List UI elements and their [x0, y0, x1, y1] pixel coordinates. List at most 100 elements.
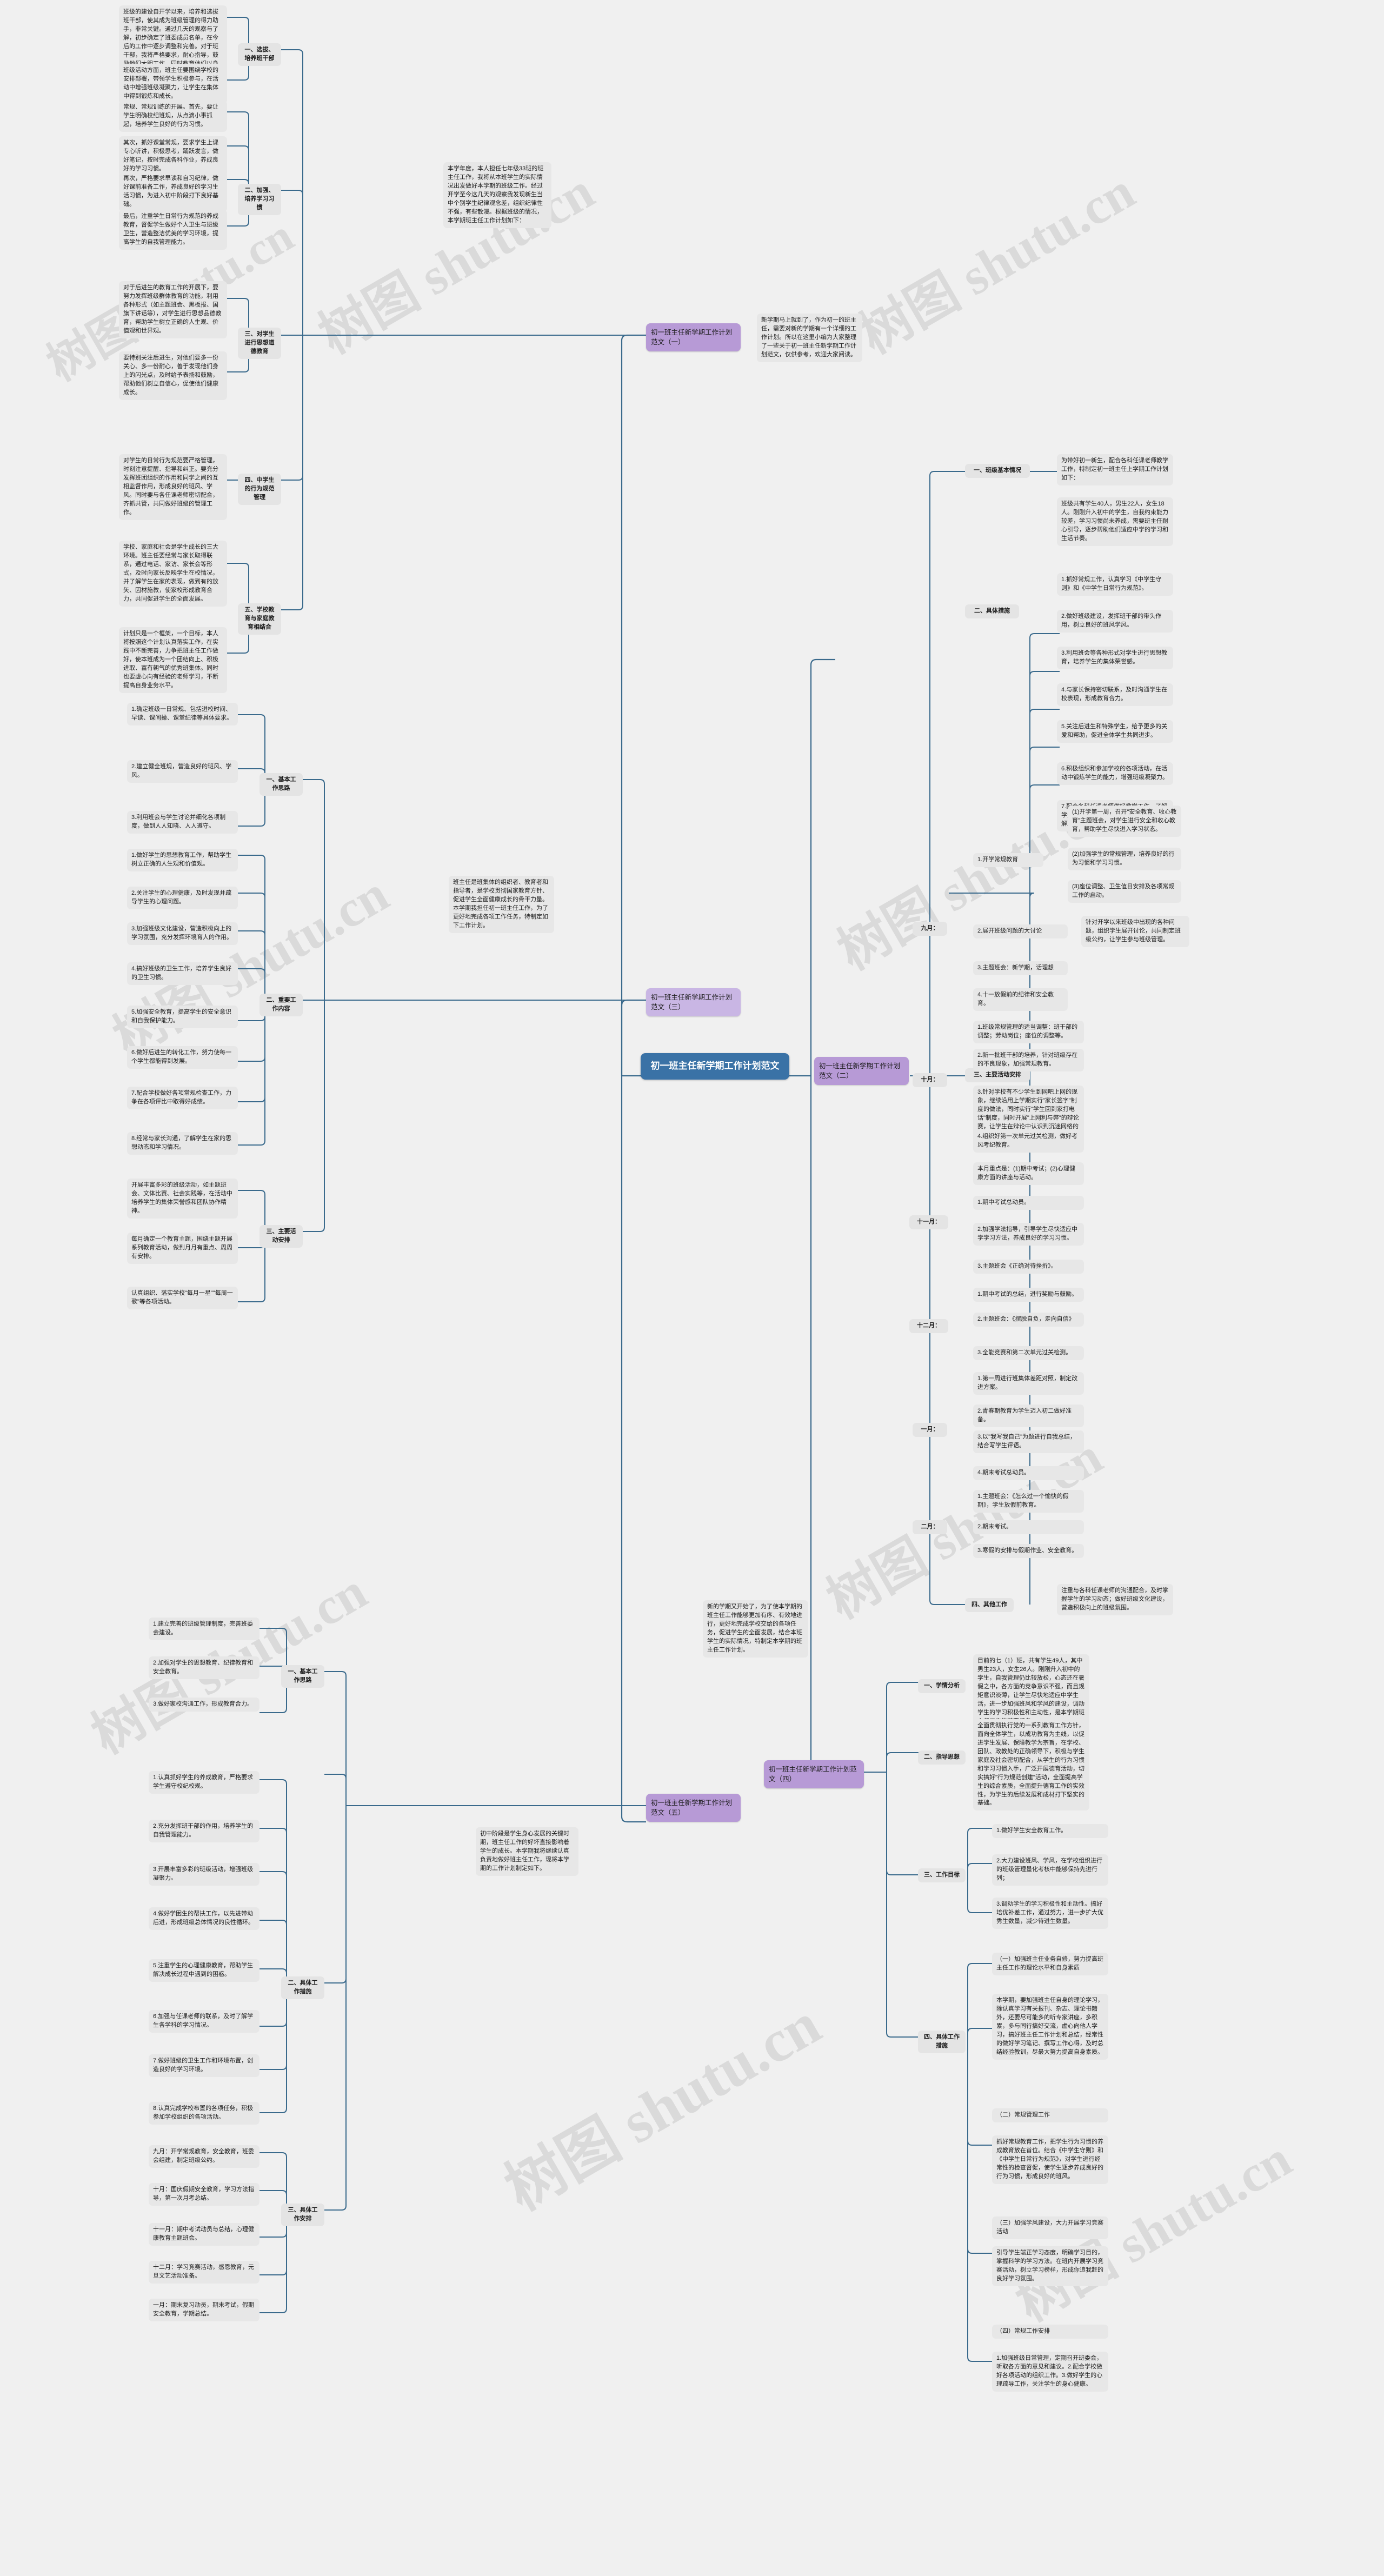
- doc4-branch-label-2[interactable]: 二、指导思想: [918, 1750, 966, 1765]
- doc4-leaf: 抓好常规教育工作，把学生行为习惯的养成教育放在首位。结合《中学生守则》和《中学生…: [992, 2135, 1108, 2184]
- doc4-subhead: （四）常规工作安排: [992, 2325, 1108, 2339]
- doc3-leaf: 认真组织、落实学校"每月一星""每周一歌"等各项活动。: [127, 1287, 238, 1309]
- doc3-branch-label-3[interactable]: 三、主要活动安排: [260, 1225, 303, 1248]
- doc2-leaf: 4.与家长保持密切联系，及时沟通学生在校表现，形成教育合力。: [1057, 683, 1173, 706]
- doc2-section-label-1[interactable]: 一、班级基本情况: [965, 464, 1030, 478]
- doc2-leaf: 为带好初一新生，配合各科任课老师教学工作，特制定初一班主任上学期工作计划如下：: [1057, 454, 1173, 485]
- doc3-leaf: 3.加强班级文化建设，营造积极向上的学习氛围，充分发挥环境育人的作用。: [127, 922, 238, 945]
- doc2-month-item: 1.主题班会：《怎么过一个愉快的假期》，学生放假前教育。: [973, 1490, 1084, 1513]
- doc2-month-item: 1.第一周进行班集体差距对照，制定改进方案。: [973, 1372, 1084, 1395]
- document-node-3[interactable]: 初一班主任新学期工作计划范文（三）: [646, 988, 741, 1017]
- doc5-branch-label-1[interactable]: 一、基本工作思路: [281, 1665, 324, 1688]
- doc5-branch-label-2[interactable]: 二、具体工作措施: [281, 1976, 324, 1999]
- doc1-leaf: 常规、常规训练的开展。首先，要让学生明确校纪班规，从点滴小事抓起，培养学生良好的…: [119, 101, 227, 132]
- doc2-month-label-december[interactable]: 十二月：: [909, 1319, 948, 1333]
- doc2-month-item: 2.新一批班干部的培养，针对班级存在的不良现象，加强常规教育。: [973, 1049, 1084, 1071]
- doc5-leaf: 九月：开学常规教育，安全教育，班委会组建，制定班级公约。: [149, 2145, 260, 2168]
- doc5-leaf: 十月：国庆假期安全教育，学习方法指导，第一次月考总结。: [149, 2183, 260, 2206]
- doc2-month-item: 3.以"我写我自己"为题进行自我总结，结合写学生评语。: [973, 1430, 1084, 1453]
- doc5-leaf: 3.开展丰富多彩的班级活动，增强班级凝聚力。: [149, 1863, 260, 1886]
- doc3-branch-label-1[interactable]: 一、基本工作思路: [260, 773, 303, 796]
- doc5-leaf: 一月：期末复习动员，期末考试，假期安全教育，学期总结。: [149, 2299, 260, 2321]
- doc5-leaf: 2.充分发挥班干部的作用，培养学生的自我管理能力。: [149, 1820, 260, 1842]
- doc4-subhead: （一）加强班主任业务自修，努力提高班主任工作的理论水平和自身素质: [992, 1953, 1108, 1975]
- doc2-month-item: 3.主题班会《正确对待挫折》。: [973, 1260, 1084, 1274]
- doc2-month-item: 本月重点是：(1)期中考试；(2)心理健康方面的讲座与活动。: [973, 1162, 1084, 1185]
- mindmap-canvas: 树图 shutu.cn 树图 shutu.cn 树图 shutu.cn 树图 s…: [0, 0, 1384, 2576]
- doc3-leaf: 3.利用班会与学生讨论并细化各项制度，做到人人知晓、人人遵守。: [127, 811, 238, 834]
- doc5-leaf: 1.认真抓好学生的养成教育，严格要求学生遵守校纪校规。: [149, 1771, 260, 1794]
- doc4-subhead: （三）加强学风建设，大力开展学习竞赛活动: [992, 2216, 1108, 2239]
- doc2-month-item: 1.开学常规教育: [973, 853, 1043, 867]
- doc1-leaf: 班级活动方面，班主任要围绕学校的安排部署，带领学生积极参与，在活动中增强班级凝聚…: [119, 64, 227, 104]
- doc1-leaf: 对于后进生的教育工作的开展下，要努力发挥班级群体教育的功能，利用各种形式（如主题…: [119, 281, 227, 338]
- doc2-month-subitem: 针对开学以来班级中出现的各种问题，组织学生展开讨论，共同制定班级公约，让学生参与…: [1081, 916, 1189, 947]
- doc2-leaf: 班级共有学生40人，男生22人，女生18人。刚刚升入初中的学生，自我约束能力较差…: [1057, 497, 1173, 546]
- doc5-leaf: 6.加强与任课老师的联系，及时了解学生各学科的学习情况。: [149, 2010, 260, 2033]
- doc5-intro: 初中阶段是学生身心发展的关键时期，班主任工作的好坏直接影响着学生的成长。本学期我…: [476, 1827, 578, 1876]
- document-node-4[interactable]: 初一班主任新学期工作计划范文（四）: [764, 1760, 864, 1789]
- doc2-leaf: 6.积极组织和参加学校的各项活动，在活动中锻炼学生的能力，增强班级凝聚力。: [1057, 762, 1173, 785]
- doc1-leaf: 其次，抓好课堂常规，要求学生上课专心听讲，积极思考，踊跃发言，做好笔记，按时完成…: [119, 136, 227, 176]
- doc1-branch-label-2[interactable]: 二、加强、培养学习习惯: [238, 184, 281, 215]
- doc2-month-item: 4.期末考试总动员。: [973, 1466, 1084, 1480]
- document-node-2[interactable]: 初一班主任新学期工作计划范文（二）: [814, 1057, 909, 1086]
- doc4-leaf: 3.调动学生的学习积极性和主动性。搞好培优补差工作，通过努力，进一步扩大优秀生数…: [992, 1898, 1108, 1929]
- doc5-leaf: 5.注重学生的心理健康教育，帮助学生解决成长过程中遇到的困惑。: [149, 1959, 260, 1982]
- doc3-leaf: 8.经常与家长沟通，了解学生在家的思想动态和学习情况。: [127, 1132, 238, 1155]
- doc3-leaf: 1.确定班级一日常规、包括进校时间、早读、课间操、课堂纪律等具体要求。: [127, 703, 238, 725]
- doc4-subhead: （二）常规管理工作: [992, 2108, 1108, 2122]
- doc4-branch-label-3[interactable]: 三、工作目标: [918, 1868, 966, 1882]
- doc1-intro: 本学年度，本人担任七年级33班的班主任工作，我将从本班学生的实际情况出发做好本学…: [443, 162, 551, 228]
- doc2-month-label-february[interactable]: 二月：: [913, 1520, 947, 1534]
- doc1-leaf: 最后，注重学生日常行为规范的养成教育，督促学生做好个人卫生与班级卫生，营造整洁优…: [119, 210, 227, 250]
- doc5-leaf: 3.做好家校沟通工作，形成教育合力。: [149, 1698, 260, 1712]
- doc2-month-item: 2.展开班级问题的大讨论: [973, 924, 1068, 938]
- doc2-month-item: 1.期中考试的总结，进行奖励与鼓励。: [973, 1288, 1084, 1302]
- doc3-leaf: 2.建立健全班规，营造良好的班风、学风。: [127, 760, 238, 783]
- doc3-branch-label-2[interactable]: 二、重要工作内容: [260, 994, 303, 1016]
- doc2-section-label-4[interactable]: 四、其他工作: [965, 1598, 1014, 1612]
- doc3-leaf: 7.配合学校做好各项常规检查工作，力争在各项评比中取得好成绩。: [127, 1087, 238, 1109]
- doc4-branch-label-1[interactable]: 一、学情分析: [918, 1679, 966, 1693]
- doc4-branch-label-4[interactable]: 四、具体工作措施: [918, 2031, 966, 2053]
- doc1-branch-label-4[interactable]: 四、中学生的行为规范管理: [238, 474, 281, 505]
- doc1-branch-label-5[interactable]: 五、学校教育与家庭教育相结合: [238, 603, 281, 635]
- doc2-month-item: 1.班级常规管理的适当调整：班干部的调整；劳动岗位；座位的调整等。: [973, 1021, 1084, 1043]
- doc4-leaf: 1.加强班级日常管理，定期召开班委会，听取各方面的意见和建议。2.配合学校做好各…: [992, 2352, 1108, 2392]
- doc2-month-label-november[interactable]: 十一月：: [909, 1215, 948, 1229]
- document-node-1[interactable]: 初一班主任新学期工作计划范文（一）: [646, 323, 741, 352]
- doc2-month-item: 3.主题班会：新学期，话理想: [973, 961, 1068, 975]
- doc3-leaf: 每月确定一个教育主题，围绕主题开展系列教育活动，做到月月有重点、周周有安排。: [127, 1233, 238, 1264]
- doc3-leaf: 2.关注学生的心理健康，及时发现并疏导学生的心理问题。: [127, 887, 238, 909]
- doc2-month-item: 2.加强学法指导，引导学生尽快适应中学学习方法，养成良好的学习习惯。: [973, 1223, 1084, 1246]
- doc3-leaf: 4.搞好班级的卫生工作，培养学生良好的卫生习惯。: [127, 962, 238, 985]
- doc2-month-item: 4.组织好第一次单元过关检测，做好考风考纪教育。: [973, 1130, 1084, 1153]
- root-node[interactable]: 初一班主任新学期工作计划范文: [641, 1053, 789, 1080]
- doc2-month-label-october[interactable]: 十月：: [913, 1073, 947, 1087]
- doc2-month-label-january[interactable]: 一月：: [913, 1423, 947, 1437]
- doc1-leaf: 学校、家庭和社会是学生成长的三大环境。班主任要经常与家长取得联系，通过电话、家访…: [119, 541, 227, 607]
- doc5-leaf: 十一月：期中考试动员与总结，心理健康教育主题班会。: [149, 2223, 260, 2246]
- watermark: 树图 shutu.cn: [850, 161, 1144, 365]
- doc2-section-label-2[interactable]: 二、具体措施: [965, 604, 1019, 618]
- doc1-branch-label-3[interactable]: 三、对学生进行思想道德教育: [238, 328, 281, 359]
- doc2-month-subitem: (3)座位调整、卫生值日安排及各项常规工作的启动。: [1068, 880, 1181, 903]
- doc1-branch-label-1[interactable]: 一、选拔、培养班干部: [238, 43, 281, 66]
- watermark: 树图 shutu.cn: [104, 864, 398, 1068]
- doc2-month-item: 2.主题班会：《摆脱自负，走向自信》: [973, 1313, 1084, 1327]
- doc5-leaf: 7.做好班级的卫生工作和环境布置，创造良好的学习环境。: [149, 2054, 260, 2077]
- document-node-5[interactable]: 初一班主任新学期工作计划范文（五）: [646, 1794, 741, 1822]
- doc5-branch-label-3[interactable]: 三、具体工作安排: [281, 2204, 324, 2226]
- doc2-month-label-september[interactable]: 九月：: [913, 922, 947, 936]
- watermark: 树图 shutu.cn: [828, 777, 1122, 981]
- doc3-leaf: 6.做好后进生的转化工作，努力使每一个学生都能得到发展。: [127, 1046, 238, 1069]
- doc4-leaf: 目前的七（1）班，共有学生49人，其中男生23人，女生26人。刚刚升入初中的学生…: [973, 1654, 1089, 1729]
- doc4-leaf: 本学期，要加强班主任自身的理论学习，除认真学习有关报刊、杂志、理论书籍外，还要尽…: [992, 1994, 1108, 2060]
- doc4-leaf: 全面贯彻执行党的一系列教育工作方针，面向全体学生，以成功教育为主线，以促进学生发…: [973, 1719, 1089, 1811]
- doc4-leaf: 2.大力建设班风、学风，在学校组织进行的班级管理量化考核中能够保持先进行列；: [992, 1854, 1108, 1886]
- doc1-leaf: 再次，严格要求早读和自习纪律，做好课前准备工作，养成良好的学习生活习惯，为进入初…: [119, 172, 227, 212]
- doc4-leaf: 引导学生端正学习态度，明确学习目的，掌握科学的学习方法。在班内开展学习竞赛活动，…: [992, 2246, 1108, 2286]
- doc5-leaf: 8.认真完成学校布置的各项任务，积极参加学校组织的各项活动。: [149, 2102, 260, 2125]
- doc1-leaf: 计划只是一个框架，一个目标，本人将按照这个计划认真落实工作，在实践中不断完善，力…: [119, 627, 227, 693]
